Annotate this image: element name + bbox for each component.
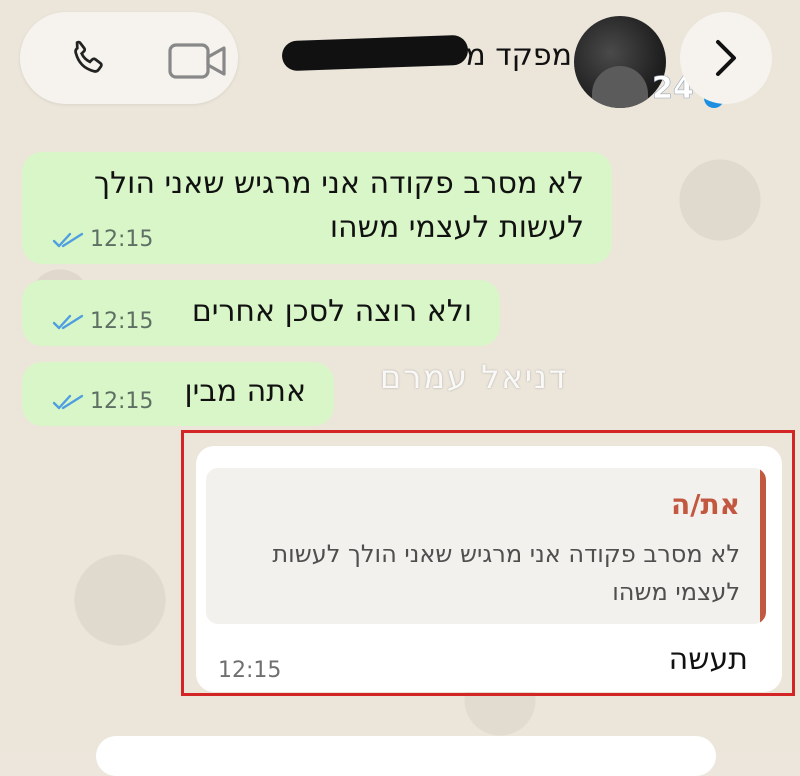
message-meta: 12:15 [52, 389, 153, 414]
message-time: 12:15 [90, 389, 154, 414]
reply-text: תעשה [668, 642, 748, 677]
message-input-bar[interactable] [96, 736, 716, 776]
quoted-message[interactable]: את/ה לא מסרב פקודה אני מרגיש שאני הולך ל… [206, 468, 766, 624]
back-button[interactable] [680, 12, 772, 104]
read-ticks-icon [52, 232, 84, 247]
quote-accent-bar [760, 468, 766, 624]
message-bubble[interactable]: אתה מבין 12:15 [22, 362, 334, 426]
message-bubble[interactable]: ולא רוצה לסכן אחרים 12:15 [22, 280, 500, 346]
read-ticks-icon [52, 394, 84, 409]
message-meta: 12:15 [52, 309, 153, 334]
watermark-text: דניאל עמרם [380, 358, 569, 396]
message-text: אתה מבין [184, 374, 306, 409]
quoted-text: לעצמי משהו [612, 578, 740, 606]
message-bubble[interactable]: לא מסרב פקודה אני מרגיש שאני הולך לעשות … [22, 152, 612, 264]
message-time: 12:15 [90, 227, 154, 252]
message-meta: 12:15 [52, 227, 153, 252]
phone-icon[interactable] [65, 38, 109, 82]
contact-name[interactable]: מפקד מ [465, 38, 572, 73]
message-text: לעשות לעצמי משהו [329, 210, 584, 245]
chevron-right-icon [716, 40, 736, 76]
message-time: 12:15 [90, 309, 154, 334]
read-ticks-icon [52, 314, 84, 329]
quoted-author: את/ה [671, 488, 740, 521]
message-time: 12:15 [218, 658, 282, 683]
chat-header: מפקד מ 24 [0, 0, 800, 128]
message-text: ולא רוצה לסכן אחרים [191, 294, 472, 329]
quoted-text: לא מסרב פקודה אני מרגיש שאני הולך לעשות [272, 540, 740, 568]
redaction-mark [281, 34, 469, 72]
reply-message-bubble[interactable]: את/ה לא מסרב פקודה אני מרגיש שאני הולך ל… [196, 446, 782, 692]
call-actions [20, 12, 238, 104]
video-camera-icon[interactable] [168, 42, 228, 80]
message-text: לא מסרב פקודה אני מרגיש שאני הולך [94, 166, 584, 201]
